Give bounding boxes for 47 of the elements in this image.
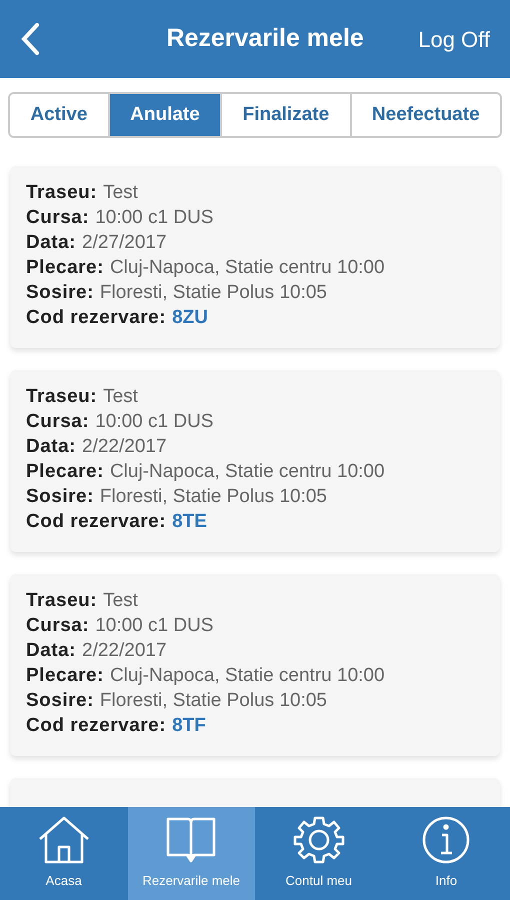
field-label: Cursa: — [26, 206, 90, 230]
log-off-button[interactable]: Log Off — [418, 22, 490, 56]
field-label: Cod rezervare: — [26, 714, 166, 738]
field-label: Data: — [26, 231, 76, 255]
field-value: 10:00 c1 DUS — [95, 410, 214, 434]
field-value: Test — [103, 181, 138, 205]
field-label: Cursa: — [26, 614, 90, 638]
field-label: Traseu: — [26, 181, 98, 205]
reservation-code: 8ZU — [172, 306, 208, 330]
field-label: Plecare: — [26, 256, 104, 280]
field-label: Cod rezervare: — [26, 306, 166, 330]
field-value: Cluj-Napoca, Statie centru 10:00 — [110, 460, 385, 484]
nav-item[interactable]: Info — [382, 807, 510, 900]
field-value: Test — [103, 589, 138, 613]
field-label: Traseu: — [26, 385, 98, 409]
field-value: Cluj-Napoca, Statie centru 10:00 — [110, 256, 385, 280]
field-value: 10:00 c1 DUS — [95, 206, 214, 230]
field-value: Floresti, Statie Polus 10:05 — [100, 485, 327, 509]
tab[interactable]: Neefectuate — [350, 94, 500, 136]
field-label: Cod rezervare: — [26, 510, 166, 534]
tab[interactable]: Anulate — [108, 94, 220, 136]
field-value: Cluj-Napoca, Statie centru 10:00 — [110, 664, 385, 688]
field-value: Floresti, Statie Polus 10:05 — [100, 689, 327, 713]
field-label: Sosire: — [26, 689, 94, 713]
field-label: Data: — [26, 639, 76, 663]
field-label: Plecare: — [26, 460, 104, 484]
field-label: Traseu: — [26, 589, 98, 613]
field-value: 2/22/2017 — [82, 435, 167, 459]
field-label: Cursa: — [26, 410, 90, 434]
field-value: 2/22/2017 — [82, 639, 167, 663]
nav-item[interactable]: Acasa — [0, 807, 128, 900]
page-title: Rezervarile mele — [165, 23, 365, 54]
nav-item[interactable]: Contul meu — [255, 807, 382, 900]
field-value: 2/27/2017 — [82, 231, 167, 255]
field-value: 10:00 c1 DUS — [95, 614, 214, 638]
field-label: Data: — [26, 435, 76, 459]
field-label: Plecare: — [26, 664, 104, 688]
settings-icon — [292, 814, 346, 864]
reservation-code: 8TE — [172, 510, 207, 534]
field-value: Test — [103, 385, 138, 409]
field-label: Sosire: — [26, 281, 94, 305]
reservation-code: 8TF — [172, 714, 206, 738]
field-value: Floresti, Statie Polus 10:05 — [100, 281, 327, 305]
home-icon — [36, 814, 91, 864]
back-icon[interactable] — [20, 22, 40, 56]
field-label: Sosire: — [26, 485, 94, 509]
nav-item[interactable]: Rezervarile mele — [128, 807, 255, 900]
